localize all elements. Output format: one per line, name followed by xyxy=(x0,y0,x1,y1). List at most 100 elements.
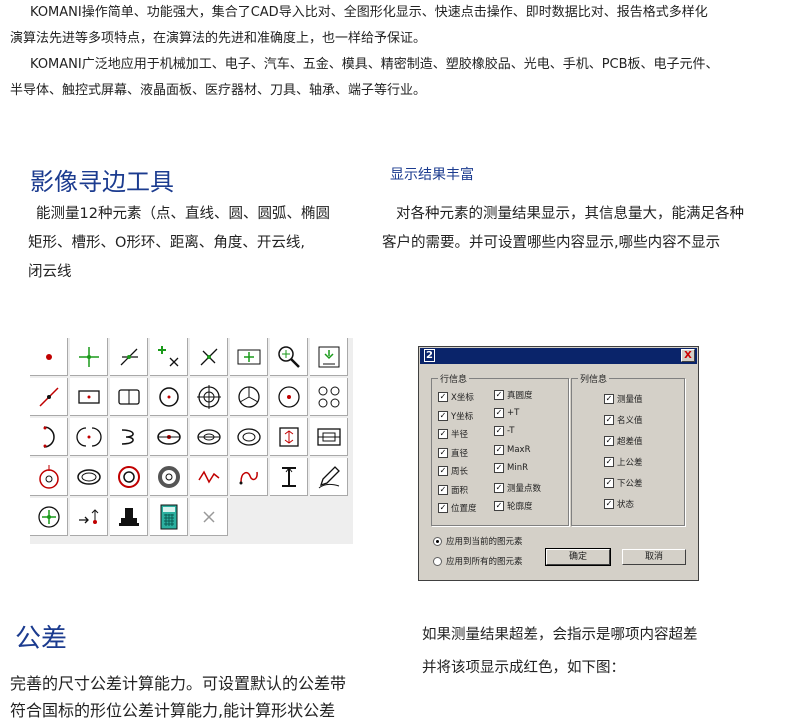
line-segment-icon[interactable] xyxy=(30,378,68,416)
cloud-curve-icon[interactable] xyxy=(230,458,268,496)
checkbox-row2-4[interactable]: ✓ MinR xyxy=(494,463,528,473)
dialog-titlebar: 2 X xyxy=(420,348,697,364)
curve-icon[interactable] xyxy=(110,418,148,456)
crosshair-circle-icon-glyph xyxy=(37,505,60,528)
span-measure-icon[interactable] xyxy=(230,338,268,376)
checkbox-row1-0[interactable]: ✓ X坐标 xyxy=(438,391,474,403)
apply-current-radio[interactable]: 应用到当前的图元素 xyxy=(433,535,523,547)
height-gauge-icon[interactable] xyxy=(270,458,308,496)
open-arc-icon[interactable] xyxy=(30,418,68,456)
checkbox-row2-5[interactable]: ✓ 测量点数 xyxy=(494,482,541,494)
checkbox-label: -T xyxy=(507,426,515,436)
checkbox-col-0[interactable]: ✓ 测量值 xyxy=(604,393,643,405)
checkbox-row1-3[interactable]: ✓ 直径 xyxy=(438,447,468,459)
angle-cross-icon[interactable] xyxy=(190,338,228,376)
checkbox-row2-0[interactable]: ✓ 真圆度 xyxy=(494,389,533,401)
double-ellipse-icon[interactable] xyxy=(70,458,108,496)
checkbox-label: 测量值 xyxy=(617,395,643,405)
checkbox-row1-6[interactable]: ✓ 位置度 xyxy=(438,502,477,514)
tolerance-line1: 完善的尺寸公差计算能力。可设置默认的公差带 xyxy=(10,674,347,693)
pencil-icon[interactable] xyxy=(310,458,348,496)
calculator-icon[interactable] xyxy=(150,498,188,536)
multi-point-icon[interactable] xyxy=(150,338,188,376)
target-circle-icon-glyph xyxy=(196,384,221,409)
close-icon[interactable]: X xyxy=(681,349,695,362)
intro-text: KOMANI操作简单、功能强大，集合了CAD导入比对、全图形化显示、快速点击操作… xyxy=(10,0,780,104)
intro-p2-line2: 半导体、触控式屏幕、液晶面板、医疗器材、刀具、轴承、端子等行业。 xyxy=(10,83,427,98)
ok-button[interactable]: 确定 xyxy=(545,548,611,566)
results-line1: 对各种元素的测量结果显示，其信息量大，能满足各种 xyxy=(396,206,744,222)
radio-dot xyxy=(433,556,442,566)
checkbox-col-2[interactable]: ✓ 超差值 xyxy=(604,435,643,447)
slot-icon[interactable] xyxy=(110,378,148,416)
checkbox-box: ✓ xyxy=(604,436,614,446)
results-title: 显示结果丰富 xyxy=(390,167,474,183)
apply-all-radio[interactable]: 应用到所有的图元素 xyxy=(433,555,523,567)
checkbox-col-3[interactable]: ✓ 上公差 xyxy=(604,456,643,468)
results-line2: 客户的需要。并可设置哪些内容显示,哪些内容不显示 xyxy=(382,235,721,251)
arc-pair-icon[interactable] xyxy=(70,418,108,456)
focus-icon[interactable] xyxy=(310,338,348,376)
checkbox-row2-2[interactable]: ✓ -T xyxy=(494,426,514,436)
arrow-point-icon[interactable] xyxy=(70,498,108,536)
checkbox-box: ✓ xyxy=(494,390,504,400)
cancel-button[interactable]: 取消 xyxy=(622,549,686,565)
point-icon[interactable] xyxy=(30,338,68,376)
edge-tool-line1: 能测量12种元素（点、直线、圆、圆弧、椭圆 xyxy=(36,206,330,222)
col-info-group: 列信息 ✓ 测量值 ✓ 名义值 ✓ 超差值 ✓ 上公差 ✓ 下公差 ✓ 状态 xyxy=(571,372,685,526)
checkbox-box: ✓ xyxy=(438,392,448,402)
edge-tool-title: 影像寻边工具 xyxy=(30,168,174,196)
checkbox-row2-6[interactable]: ✓ 轮廓度 xyxy=(494,500,533,512)
target-circle-icon[interactable] xyxy=(190,378,228,416)
gear-circle-icon[interactable] xyxy=(30,458,68,496)
rect-measure-icon-glyph xyxy=(278,426,299,447)
checkbox-box: ✓ xyxy=(494,501,504,511)
intro-p1-line2: 演算法先进等多项特点，在演算法的先进和准确度上，也一样给予保证。 xyxy=(10,31,427,46)
wave-icon[interactable] xyxy=(190,458,228,496)
close-icon[interactable] xyxy=(190,498,228,536)
box-measure-icon[interactable] xyxy=(310,418,348,456)
o-ring-icon[interactable] xyxy=(230,418,268,456)
four-circles-icon[interactable] xyxy=(310,378,348,416)
ring-icon[interactable] xyxy=(110,458,148,496)
checkbox-box: ✓ xyxy=(438,466,448,476)
checkbox-label: X坐标 xyxy=(451,393,474,403)
ring-icon-glyph xyxy=(117,465,140,488)
ellipse-target-icon[interactable] xyxy=(190,418,228,456)
edge-tool-line2: 矩形、槽形、O形环、距离、角度、开云线, xyxy=(28,235,306,251)
zoom-icon[interactable] xyxy=(270,338,308,376)
rectangle-icon[interactable] xyxy=(70,378,108,416)
line-cross-icon-glyph xyxy=(78,346,99,367)
checkbox-row1-1[interactable]: ✓ Y坐标 xyxy=(438,410,473,422)
rect-measure-icon[interactable] xyxy=(270,418,308,456)
arc-segment-icon[interactable] xyxy=(230,378,268,416)
line-cross-icon[interactable] xyxy=(70,338,108,376)
thick-ring-icon[interactable] xyxy=(150,458,188,496)
circle-icon[interactable] xyxy=(150,378,188,416)
stand-icon[interactable] xyxy=(110,498,148,536)
row-info-group-title: 行信息 xyxy=(438,372,470,385)
checkbox-row1-4[interactable]: ✓ 周长 xyxy=(438,465,468,477)
checkbox-label: 超差值 xyxy=(617,437,643,447)
checkbox-box: ✓ xyxy=(494,463,504,473)
line-segment-icon-glyph xyxy=(38,386,59,407)
checkbox-row2-3[interactable]: ✓ MaxR xyxy=(494,444,530,455)
over-tolerance-line1: 如果测量结果超差，会指示是哪项内容超差 xyxy=(422,627,698,643)
arc-pair-icon-glyph xyxy=(75,426,102,447)
checkbox-box: ✓ xyxy=(438,484,448,495)
checkbox-row1-2[interactable]: ✓ 半径 xyxy=(438,428,468,440)
zoom-icon-glyph xyxy=(277,345,300,368)
checkbox-row1-5[interactable]: ✓ 面积 xyxy=(438,484,468,496)
checkbox-box: ✓ xyxy=(438,503,448,513)
ellipse-icon[interactable] xyxy=(150,418,188,456)
checkbox-col-5[interactable]: ✓ 状态 xyxy=(604,498,634,510)
diagonal-cross-icon[interactable] xyxy=(110,338,148,376)
checkbox-col-1[interactable]: ✓ 名义值 xyxy=(604,414,643,426)
checkbox-box: ✓ xyxy=(438,447,448,458)
rectangle-icon-glyph xyxy=(77,389,100,404)
checkbox-col-4[interactable]: ✓ 下公差 xyxy=(604,477,643,489)
apply-current-label: 应用到当前的图元素 xyxy=(446,537,523,547)
center-circle-icon[interactable] xyxy=(270,378,308,416)
checkbox-row2-1[interactable]: ✓ +T xyxy=(494,407,519,418)
crosshair-circle-icon[interactable] xyxy=(30,498,68,536)
